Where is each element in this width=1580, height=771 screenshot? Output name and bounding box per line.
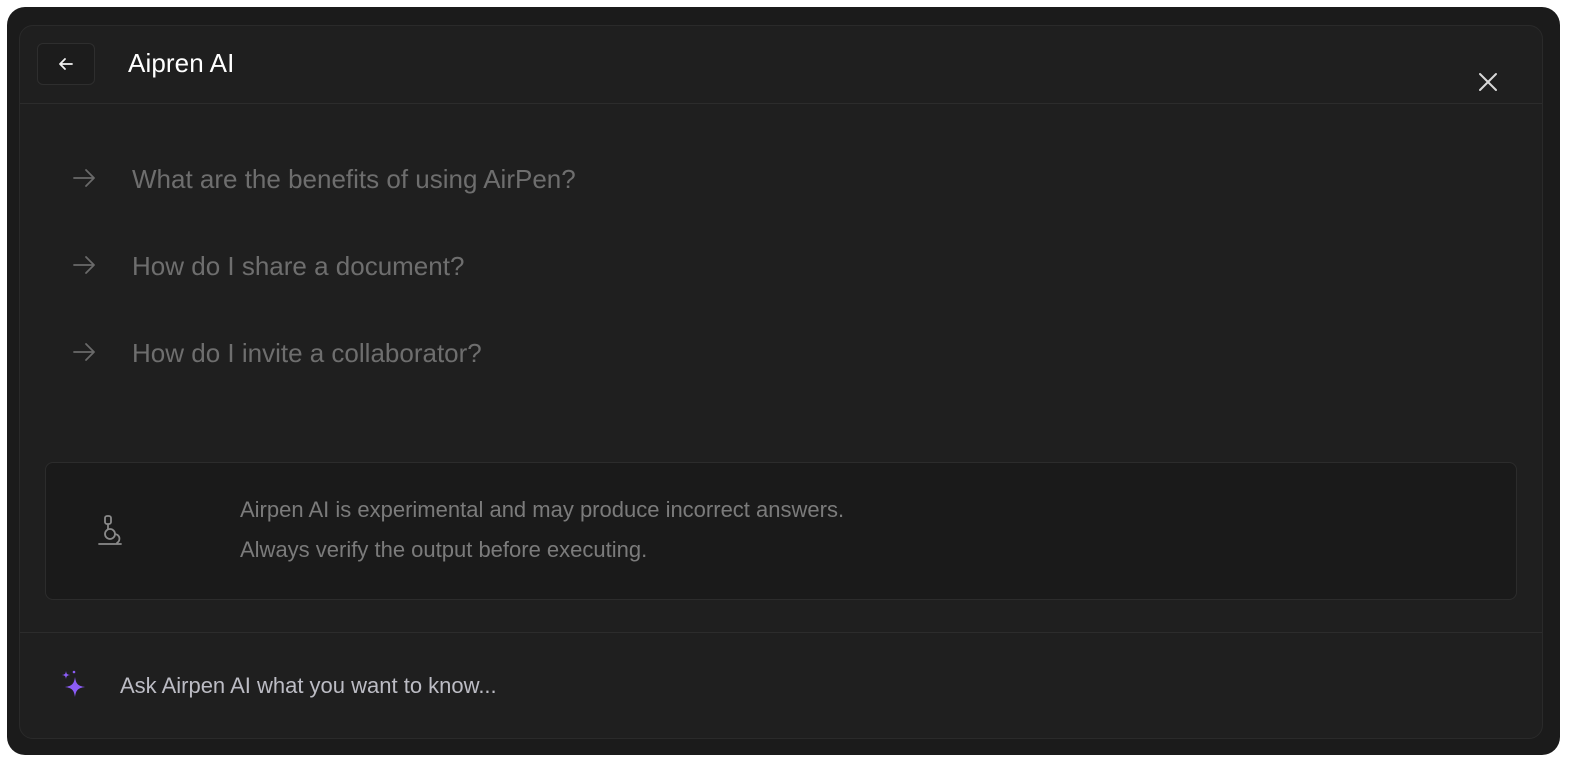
panel-header: Aipren AI [20,26,1542,104]
ai-assistant-panel: Aipren AI What are the benefits of using… [19,25,1543,739]
suggestion-label: What are the benefits of using AirPen? [132,164,576,194]
sparkle-icon [62,670,85,697]
ask-input-placeholder: Ask Airpen AI what you want to know... [120,673,497,698]
arrow-left-icon [59,58,73,70]
notice-text-line-1: Airpen AI is experimental and may produc… [240,497,845,522]
suggestion-label: How do I invite a collaborator? [132,338,482,368]
arrow-right-icon [73,169,95,187]
ai-assistant-window: Aipren AI What are the benefits of using… [7,7,1560,755]
arrow-right-icon [73,256,95,274]
microscope-icon [98,515,122,545]
ask-input[interactable]: Ask Airpen AI what you want to know... [20,633,1542,738]
notice-text-line-2: Always verify the output before executin… [240,537,648,562]
suggestion-item[interactable]: How do I invite a collaborator? [20,332,920,372]
page-title: Aipren AI [128,48,235,78]
close-icon [1479,73,1497,91]
back-button[interactable] [37,43,95,85]
suggestion-label: How do I share a document? [132,251,465,281]
close-button[interactable] [1474,68,1502,96]
suggestion-item[interactable]: What are the benefits of using AirPen? [20,158,920,198]
experimental-notice: Airpen AI is experimental and may produc… [45,462,1517,600]
arrow-right-icon [73,343,95,361]
suggestion-item[interactable]: How do I share a document? [20,245,920,285]
